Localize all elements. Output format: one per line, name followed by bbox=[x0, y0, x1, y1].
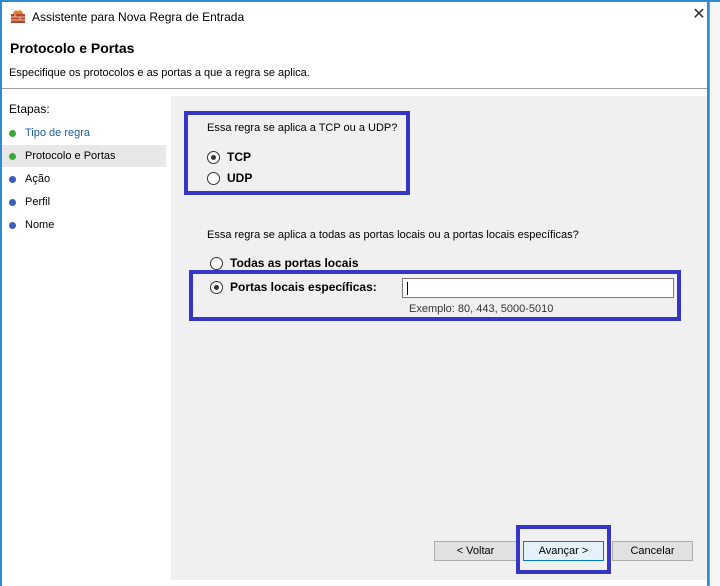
firewall-icon bbox=[11, 10, 25, 23]
window-title: Assistente para Nova Regra de Entrada bbox=[32, 10, 245, 24]
step-label: Nome bbox=[25, 219, 55, 231]
step-label: Perfil bbox=[25, 196, 51, 208]
back-button[interactable]: < Voltar bbox=[434, 541, 517, 561]
step-done-icon bbox=[9, 130, 16, 137]
next-highlight-box bbox=[516, 525, 611, 574]
step-tipo-de-regra[interactable]: Tipo de regra bbox=[2, 122, 166, 144]
step-label: Tipo de regra bbox=[25, 127, 91, 139]
radio-label: Todas as portas locais bbox=[230, 256, 359, 270]
step-pending-icon bbox=[9, 199, 16, 206]
steps-title: Etapas: bbox=[9, 102, 50, 116]
close-button[interactable]: ✕ bbox=[688, 4, 710, 26]
step-protocolo-e-portas: Protocolo e Portas bbox=[2, 145, 166, 167]
ports-highlight-box bbox=[189, 270, 681, 321]
radio-unselected-icon bbox=[210, 257, 223, 270]
step-pending-icon bbox=[9, 222, 16, 229]
step-nome: Nome bbox=[2, 214, 166, 236]
step-perfil: Perfil bbox=[2, 191, 166, 213]
window-right-border bbox=[707, 0, 709, 586]
step-label: Ação bbox=[25, 173, 51, 185]
background-window-edge bbox=[709, 0, 720, 586]
step-current-icon bbox=[9, 153, 16, 160]
cancel-button[interactable]: Cancelar bbox=[612, 541, 693, 561]
header-divider bbox=[2, 88, 707, 89]
step-label: Protocolo e Portas bbox=[25, 150, 116, 162]
protocol-highlight-box bbox=[184, 111, 410, 195]
page-subtitle: Especifique os protocolos e as portas a … bbox=[9, 67, 310, 79]
window-top-border bbox=[0, 0, 720, 2]
ports-question: Essa regra se aplica a todas as portas l… bbox=[207, 229, 579, 241]
step-pending-icon bbox=[9, 176, 16, 183]
page-title: Protocolo e Portas bbox=[10, 40, 135, 56]
step-acao: Ação bbox=[2, 168, 166, 190]
